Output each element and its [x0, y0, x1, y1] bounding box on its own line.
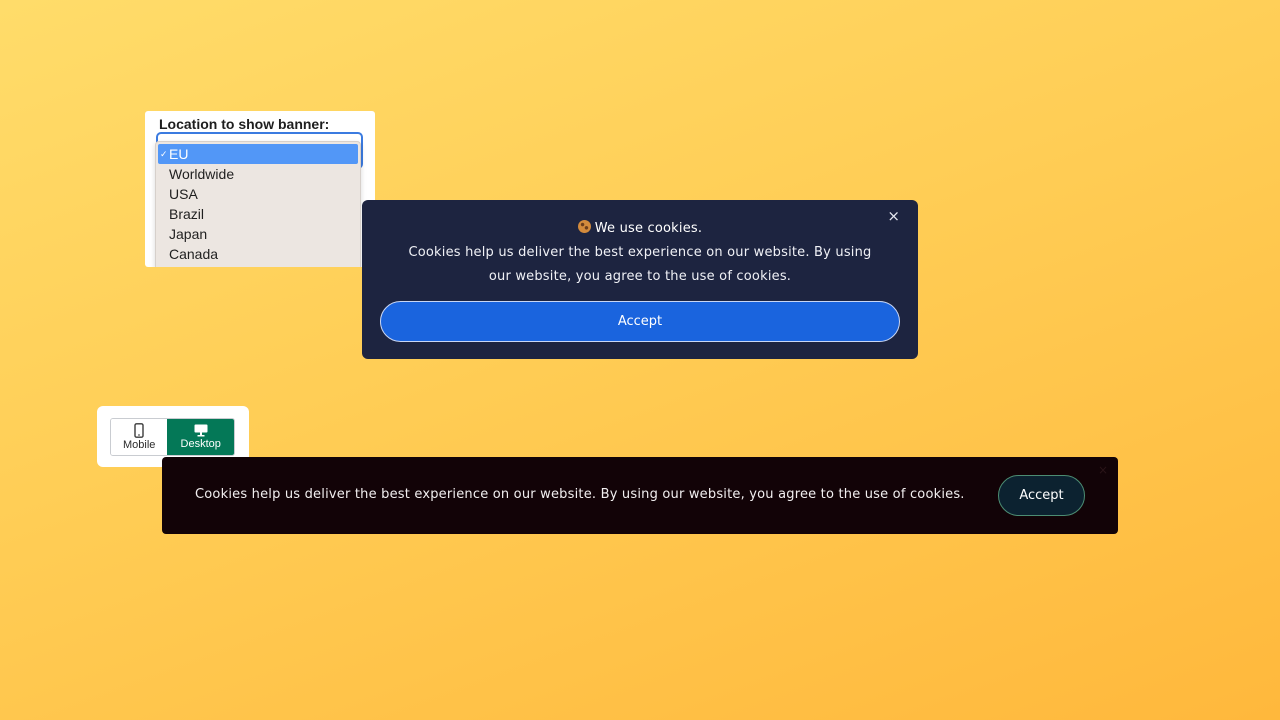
cookie-banner-bar: × Cookies help us deliver the best exper…	[162, 457, 1118, 534]
accept-button[interactable]: Accept	[998, 475, 1085, 516]
option-label: Worldwide	[169, 166, 235, 182]
desktop-toggle-button[interactable]: Desktop	[167, 419, 234, 455]
option-label: Canada	[169, 246, 219, 262]
location-option-worldwide[interactable]: Worldwide	[158, 164, 358, 184]
location-option-brazil[interactable]: Brazil	[158, 204, 358, 224]
location-option-canada[interactable]: Canada	[158, 244, 358, 264]
desktop-label: Desktop	[180, 438, 221, 450]
mobile-phone-icon	[134, 423, 144, 438]
location-dropdown-list: ✓ EU Worldwide USA Brazil Japan Canada	[155, 141, 361, 267]
option-label: EU	[169, 146, 189, 162]
banner-message: Cookies help us deliver the best experie…	[195, 487, 965, 502]
cookie-banner-modal: × We use cookies. Cookies help us delive…	[362, 200, 918, 359]
close-icon[interactable]: ×	[1098, 463, 1108, 477]
banner-title-text: We use cookies.	[594, 221, 703, 236]
banner-message: Cookies help us deliver the best experie…	[408, 245, 872, 284]
checkmark-icon: ✓	[160, 149, 168, 159]
option-label: Brazil	[169, 206, 205, 222]
accept-button[interactable]: Accept	[380, 301, 900, 342]
desktop-monitor-icon	[194, 424, 208, 437]
device-toggle: Mobile Desktop	[110, 418, 235, 456]
mobile-toggle-button[interactable]: Mobile	[111, 419, 168, 455]
mobile-label: Mobile	[123, 439, 156, 451]
banner-title: We use cookies.	[362, 220, 918, 236]
option-label: Japan	[169, 226, 208, 242]
location-option-eu[interactable]: ✓ EU	[158, 144, 358, 164]
option-label: USA	[169, 186, 198, 202]
location-option-japan[interactable]: Japan	[158, 224, 358, 244]
location-option-usa[interactable]: USA	[158, 184, 358, 204]
location-select-label: Location to show banner:	[159, 116, 330, 132]
cookie-icon	[577, 220, 591, 233]
location-select-card: Location to show banner: ✓ EU Worldwide …	[145, 111, 375, 267]
